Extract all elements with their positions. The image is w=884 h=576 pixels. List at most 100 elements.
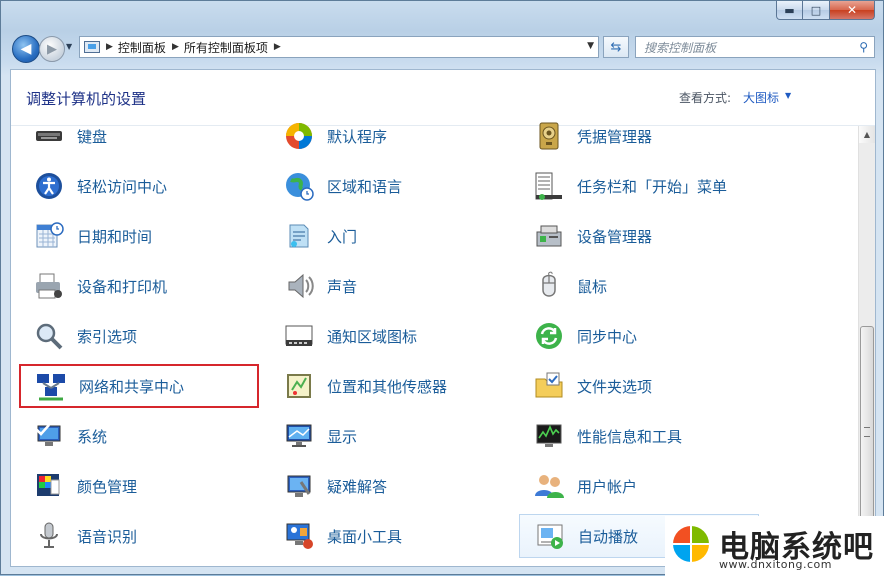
- taskbar-tray-icon: [283, 320, 315, 352]
- windows-logo-icon: [673, 526, 709, 562]
- control-panel-item[interactable]: 文件夹选项: [519, 364, 759, 408]
- color-management-icon: [33, 470, 65, 502]
- control-panel-item-label: 通知区域图标: [327, 327, 418, 346]
- speaker-icon: [283, 270, 315, 302]
- view-by-label: 查看方式:: [679, 91, 732, 105]
- search-icon[interactable]: ⚲: [859, 40, 868, 54]
- address-bar[interactable]: ▶ 控制面板 ▶ 所有控制面板项 ▶ ▼: [79, 36, 599, 58]
- control-panel-items: 键盘轻松访问中心日期和时间设备和打印机 索引选项网络和共享中心 系统颜色管理语音识别…: [11, 122, 856, 566]
- control-panel-item[interactable]: 疑难解答: [269, 464, 509, 508]
- control-panel-item-label: 任务栏和「开始」菜单: [577, 177, 728, 196]
- computer-check-icon: [33, 420, 65, 452]
- keyboard-icon: [33, 120, 65, 152]
- control-panel-item-label: 设备和打印机: [77, 277, 168, 296]
- control-panel-item[interactable]: 同步中心: [519, 314, 759, 358]
- folder-options-icon: [533, 370, 565, 402]
- control-panel-item[interactable]: 显示: [269, 414, 509, 458]
- microphone-icon: [33, 520, 65, 552]
- control-panel-item[interactable]: 默认程序: [269, 114, 509, 158]
- minimize-button[interactable]: ▬: [776, 1, 803, 20]
- control-panel-item[interactable]: 位置和其他传感器: [269, 364, 509, 408]
- watermark: 电脑系统吧 www.dnxitong.com: [665, 516, 884, 576]
- watermark-url: www.dnxitong.com: [719, 558, 832, 571]
- control-panel-item[interactable]: 颜色管理: [19, 464, 259, 508]
- control-panel-item[interactable]: 性能信息和工具: [519, 414, 759, 458]
- control-panel-item-label: 用户帐户: [577, 477, 638, 496]
- control-panel-item[interactable]: 设备和打印机: [19, 264, 259, 308]
- credential-vault-icon: [533, 120, 565, 152]
- control-panel-item[interactable]: 凭据管理器: [519, 114, 759, 158]
- control-panel-item[interactable]: 日期和时间: [19, 214, 259, 258]
- control-panel-item-label: 桌面小工具: [327, 527, 403, 546]
- control-panel-item[interactable]: 轻松访问中心: [19, 164, 259, 208]
- control-panel-item-label: 索引选项: [77, 327, 138, 346]
- scroll-up-button[interactable]: ▲: [859, 126, 875, 143]
- search-input[interactable]: 搜索控制面板 ⚲: [635, 36, 875, 58]
- control-panel-item-label: 系统: [77, 427, 108, 446]
- control-panel-item[interactable]: 系统: [19, 414, 259, 458]
- breadcrumb-control-panel[interactable]: 控制面板: [118, 39, 166, 56]
- arrow-right-icon: ▶: [47, 41, 57, 57]
- control-panel-item[interactable]: 入门: [269, 214, 509, 258]
- back-button[interactable]: ◀: [12, 35, 40, 63]
- address-dropdown-icon[interactable]: ▼: [587, 41, 594, 51]
- control-panel-item-label: 声音: [327, 277, 358, 296]
- control-panel-item-label: 网络和共享中心: [79, 377, 185, 396]
- maximize-button[interactable]: □: [803, 1, 830, 20]
- control-panel-item[interactable]: 用户帐户: [519, 464, 759, 508]
- chevron-right-icon[interactable]: ▶: [106, 42, 113, 52]
- printer-icon: [33, 270, 65, 302]
- control-panel-item[interactable]: 设备管理器: [519, 214, 759, 258]
- control-panel-item[interactable]: 通知区域图标: [269, 314, 509, 358]
- taskbar-start-icon: [533, 170, 565, 202]
- globe-clock-icon: [283, 170, 315, 202]
- vertical-scrollbar[interactable]: ▲ ▼: [858, 126, 875, 566]
- control-panel-item-label: 文件夹选项: [577, 377, 653, 396]
- control-panel-item[interactable]: 键盘: [19, 114, 259, 158]
- content-pane: 调整计算机的设置 查看方式: 大图标 ▼ 键盘轻松访问中心日期和时间设备和打印机…: [10, 69, 876, 567]
- control-panel-item[interactable]: 任务栏和「开始」菜单: [519, 164, 759, 208]
- refresh-button[interactable]: ⇆: [603, 36, 629, 58]
- page-title: 调整计算机的设置: [26, 90, 147, 108]
- control-panel-item-label: 疑难解答: [327, 477, 388, 496]
- network-icon: [35, 370, 67, 402]
- magnifier-icon: [33, 320, 65, 352]
- sensor-icon: [283, 370, 315, 402]
- control-panel-item[interactable]: 声音: [269, 264, 509, 308]
- forward-button[interactable]: ▶: [39, 36, 65, 62]
- breadcrumb-all-items[interactable]: 所有控制面板项: [184, 39, 268, 56]
- chevron-down-icon: ▼: [66, 42, 73, 51]
- chevron-right-icon[interactable]: ▶: [274, 42, 281, 52]
- control-panel-item[interactable]: 桌面小工具: [269, 514, 509, 558]
- control-panel-item-label: 颜色管理: [77, 477, 138, 496]
- chevron-down-icon[interactable]: ▼: [785, 91, 791, 100]
- sync-icon: [533, 320, 565, 352]
- refresh-icon: ⇆: [610, 39, 622, 55]
- control-panel-item[interactable]: 语音识别: [19, 514, 259, 558]
- view-by-dropdown[interactable]: 大图标: [743, 89, 779, 106]
- control-panel-item-label: 日期和时间: [77, 227, 153, 246]
- control-panel-item[interactable]: 网络和共享中心: [19, 364, 259, 408]
- monitor-icon: [283, 420, 315, 452]
- control-panel-item[interactable]: 区域和语言: [269, 164, 509, 208]
- chevron-right-icon[interactable]: ▶: [172, 42, 179, 52]
- control-panel-item-label: 默认程序: [327, 127, 388, 146]
- control-panel-item[interactable]: 索引选项: [19, 314, 259, 358]
- control-panel-item-label: 同步中心: [577, 327, 638, 346]
- control-panel-item-label: 位置和其他传感器: [327, 377, 448, 396]
- close-button[interactable]: ✕: [830, 1, 875, 20]
- control-panel-item-label: 语音识别: [77, 527, 138, 546]
- control-panel-item-label: 性能信息和工具: [577, 427, 683, 446]
- gadgets-icon: [283, 520, 315, 552]
- recent-pages-dropdown[interactable]: ▼: [66, 42, 72, 51]
- control-panel-item[interactable]: 鼠标: [519, 264, 759, 308]
- control-panel-item-label: 键盘: [77, 127, 108, 146]
- control-panel-item-label: 凭据管理器: [577, 127, 653, 146]
- default-programs-icon: [283, 120, 315, 152]
- device-manager-icon: [533, 220, 565, 252]
- users-icon: [533, 470, 565, 502]
- calendar-clock-icon: [33, 220, 65, 252]
- autoplay-icon: [534, 520, 566, 552]
- scroll-thumb[interactable]: [860, 326, 874, 546]
- getting-started-icon: [283, 220, 315, 252]
